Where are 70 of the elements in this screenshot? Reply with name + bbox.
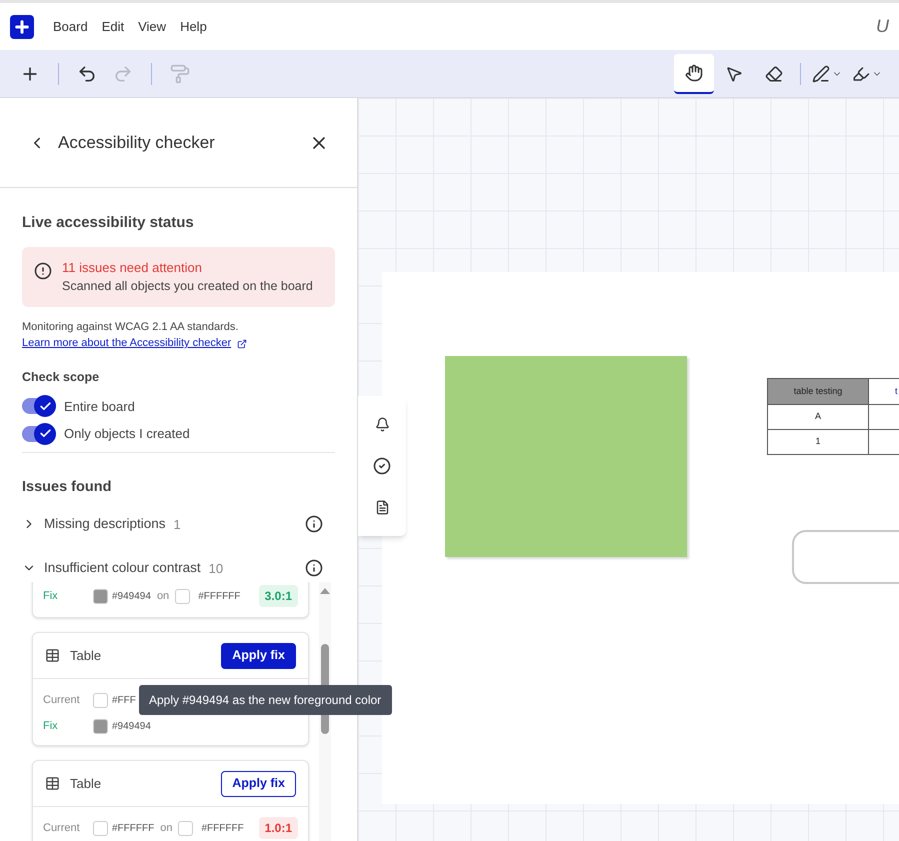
bell-icon[interactable] <box>374 416 390 432</box>
toggle-label: Entire board <box>64 398 135 416</box>
toggle-switch[interactable] <box>22 398 56 414</box>
color-code: #FFFFFF <box>198 590 240 604</box>
row-label: Fix <box>43 589 59 604</box>
table-cell: 1 <box>768 430 869 454</box>
alert-icon <box>34 262 52 280</box>
board-table[interactable]: table testing t A 1 <box>767 378 899 455</box>
pointer-icon <box>725 64 743 82</box>
row-label: Current <box>43 693 81 708</box>
section-heading: Issues found <box>22 478 112 496</box>
table-icon <box>45 648 60 664</box>
panel-title: Accessibility checker <box>58 132 215 154</box>
hand-icon <box>685 64 703 82</box>
toggle-label: Only objects I created <box>64 425 190 443</box>
monitoring-text: Monitoring against WCAG 2.1 AA standards. <box>22 320 240 335</box>
toggle-switch[interactable] <box>22 426 56 442</box>
issue-count: 10 <box>208 560 224 578</box>
contrast-ratio: 3.0:1 <box>258 585 298 608</box>
color-swatch <box>93 692 108 708</box>
menu-item[interactable]: Help <box>175 16 212 36</box>
apply-fix-button[interactable]: Apply fix <box>221 770 296 797</box>
color-code: #FFF <box>112 694 136 708</box>
paint-roller-icon <box>170 64 190 84</box>
board-title: U <box>876 15 889 38</box>
check-circle-icon[interactable] <box>373 456 391 475</box>
color-code: #FFFFFF <box>112 822 154 836</box>
hand-tool[interactable] <box>674 54 714 94</box>
app-logo-icon[interactable] <box>10 14 34 38</box>
row-label: Fix <box>43 719 59 734</box>
section-heading: Check scope <box>22 368 100 386</box>
learn-more-link[interactable]: Learn more about the Accessibility checker <box>22 335 232 352</box>
eraser-icon <box>765 64 783 82</box>
color-swatch <box>93 588 108 604</box>
redo-icon <box>113 64 133 84</box>
table-cell: A <box>768 405 869 429</box>
apply-fix-button[interactable]: Apply fix <box>221 642 296 669</box>
pen-icon <box>812 64 830 82</box>
category-label: Missing descriptions <box>44 515 166 534</box>
color-swatch <box>178 820 194 836</box>
color-code: #FFFFFF <box>201 822 244 836</box>
on-text: on <box>156 589 170 604</box>
color-swatch <box>93 820 108 836</box>
row-label: Current <box>43 821 81 836</box>
issue-count: 1 <box>174 516 181 534</box>
color-code: #949494 <box>112 720 151 734</box>
check-icon <box>38 400 52 413</box>
section-heading: Live accessibility status <box>22 213 195 233</box>
menu-item[interactable]: View <box>133 16 172 36</box>
card-title: Table <box>70 775 102 793</box>
highlighter-icon <box>852 64 870 82</box>
info-icon[interactable] <box>305 515 323 534</box>
document-icon[interactable] <box>374 500 390 516</box>
color-code: #949494 <box>112 590 151 604</box>
alert-text: Scanned all objects you created on the board <box>62 278 313 295</box>
color-swatch <box>93 718 108 734</box>
alert-title: 11 issues need attention <box>62 258 203 276</box>
info-icon[interactable] <box>305 559 323 578</box>
table-header-cell: table testing <box>768 379 869 404</box>
menu-item[interactable]: Board <box>48 16 93 36</box>
contrast-ratio: 1.0:1 <box>258 817 298 840</box>
card-title: Table <box>70 647 102 665</box>
on-text: on <box>160 821 172 836</box>
color-swatch <box>175 588 190 604</box>
menu-item[interactable]: Edit <box>96 16 130 36</box>
category-label: Insufficient colour contrast <box>44 559 201 578</box>
undo-icon <box>77 64 97 84</box>
external-link-icon <box>237 338 248 348</box>
tooltip: Apply #949494 as the new foreground color <box>139 685 392 715</box>
table-icon <box>45 776 60 792</box>
